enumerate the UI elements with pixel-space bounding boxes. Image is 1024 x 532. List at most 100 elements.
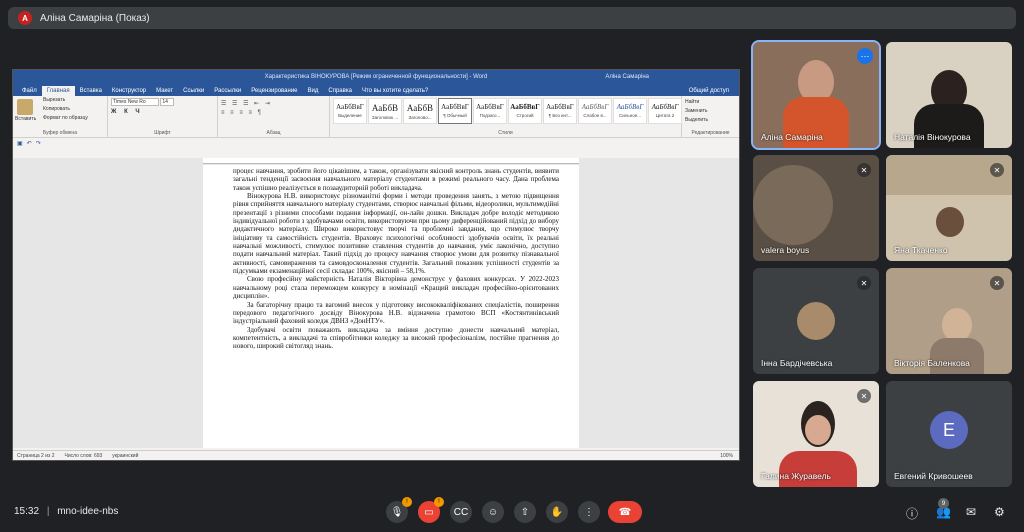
word-ribbon: Вставить Вырезать Копировать Формат по о… (13, 96, 739, 138)
style-emphasis[interactable]: АаБбВвГ Выделение (333, 98, 367, 124)
cut-button[interactable]: Вырезать (43, 96, 65, 105)
tab-review[interactable]: Рецензирование (246, 86, 302, 96)
participant-name: valera boyus (761, 245, 810, 255)
editing-group: Найти Заменить Выделить Редактирование (682, 96, 739, 137)
document-page[interactable]: процес навчання, зробити його цікавішим,… (203, 165, 579, 448)
meeting-controls-bar: 15:32 | mno-idee-nbs 🎙! ▭! CC ☺ ⇧ ✋ ⋮ ☎ … (0, 492, 1024, 532)
emoji-button[interactable]: ☺ (482, 501, 504, 523)
meeting-info: 15:32 | mno-idee-nbs (14, 506, 118, 517)
emoji-icon: ☺ (487, 506, 499, 518)
mic-button[interactable]: 🎙! (386, 497, 412, 523)
tab-references[interactable]: Ссылки (178, 86, 209, 96)
tab-home[interactable]: Главная (41, 86, 75, 96)
styles-group: АаБбВвГ Выделение АаБбВ Заголовок ... АаБбВ З… (330, 96, 682, 137)
font-group: Times New Ro 14 Ж К Ч Шрифт (108, 96, 218, 137)
word-status-bar: Страница 2 из 2 Число слов: 693 украинск… (13, 450, 739, 460)
tab-help[interactable]: Справка (323, 86, 357, 96)
copy-button[interactable]: Копировать (43, 105, 70, 114)
editing-label: Редактирование (691, 130, 730, 136)
captions-button[interactable]: CC (450, 501, 472, 523)
word-user: Аліна Самаріна (605, 73, 649, 80)
camera-warning-badge: ! (434, 497, 444, 507)
zoom-level[interactable]: 100% (720, 453, 733, 459)
tab-insert[interactable]: Вставка (75, 86, 107, 96)
participant-tile[interactable]: ✕ valera boyus (753, 155, 879, 261)
redo-icon[interactable]: ↷ (36, 140, 41, 147)
info-icon[interactable]: ⓘ (906, 505, 918, 522)
ruler (203, 158, 579, 164)
word-ribbon-tabs: Файл Главная Вставка Конструктор Макет С… (13, 83, 739, 96)
replace-button[interactable]: Заменить (685, 107, 736, 116)
people-icon[interactable]: 9 👥 (936, 498, 951, 519)
word-title-bar: Характеристика ВІНОКУРОВА [Режим огранич… (13, 70, 739, 83)
participant-tile[interactable]: ✕ Яна Ткаченко (886, 155, 1012, 261)
presenter-title: Аліна Самаріна (Показ) (40, 12, 150, 24)
participant-tile[interactable]: Наталія Вінокурова (886, 42, 1012, 148)
participant-name: Вікторія Баленкова (894, 358, 970, 368)
tab-layout[interactable]: Макет (151, 86, 178, 96)
paste-button[interactable]: Вставить (15, 115, 36, 124)
style-subtle-emphasis[interactable]: АаБбВвГ Слабое в... (578, 98, 612, 124)
more-vert-icon: ⋮ (584, 506, 594, 518)
participant-tile[interactable]: E Евгений Кривошеев (886, 381, 1012, 487)
style-quote2[interactable]: АаБбВвГ Цитата 2 (648, 98, 682, 124)
style-normal[interactable]: АаБбВвГ ¶ Обычный (438, 98, 472, 124)
present-button[interactable]: ⇧ (514, 501, 536, 523)
style-subtitle[interactable]: АаБбВвГ Подзаго... (473, 98, 507, 124)
participant-name: Яна Ткаченко (894, 245, 948, 255)
participant-tile[interactable]: ✕ Галина Журавель (753, 381, 879, 487)
participant-avatar (797, 302, 835, 340)
mic-off-icon: ✕ (857, 389, 871, 403)
camera-button[interactable]: ▭! (418, 497, 444, 523)
share-button[interactable]: Общий доступ (689, 88, 729, 96)
language: украинский (112, 452, 139, 459)
participant-tile[interactable]: ✕ Інна Бардічевська (753, 268, 879, 374)
format-painter-button[interactable]: Формат по образцу (43, 114, 88, 123)
quick-access-toolbar: ▣ ↶ ↷ (13, 138, 739, 148)
more-options-button[interactable]: ⋮ (578, 501, 600, 523)
list-buttons[interactable]: ☰ ☰ ☰ ⇤ ⇥ (221, 100, 326, 107)
font-size-select[interactable]: 14 (160, 98, 175, 106)
style-strong[interactable]: АаБбВвГ Строгий (508, 98, 542, 124)
tab-mailings[interactable]: Рассылки (209, 86, 246, 96)
style-heading2[interactable]: АаБбВ Заголово... (403, 98, 437, 124)
participant-video (753, 165, 833, 245)
participant-tile[interactable]: ✕ Вікторія Баленкова (886, 268, 1012, 374)
tab-file[interactable]: Файл (17, 86, 42, 96)
undo-icon[interactable]: ↶ (27, 140, 32, 147)
tab-design[interactable]: Конструктор (107, 86, 151, 96)
separator: | (46, 506, 50, 517)
align-buttons[interactable]: ≡ ≡ ≡ ≡ ¶ (221, 110, 326, 116)
doc-paragraph: Здобувачі освіти поважають викладача за … (233, 325, 559, 351)
doc-paragraph: За багаторічну працю та вагомий внесок у… (233, 300, 559, 326)
captions-icon: CC (453, 506, 469, 518)
font-name-select[interactable]: Times New Ro (111, 98, 159, 106)
present-icon: ⇧ (520, 506, 530, 518)
chat-icon[interactable]: ✉ (966, 505, 976, 519)
clipboard-label: Буфер обмена (43, 130, 77, 136)
find-button[interactable]: Найти (685, 98, 736, 107)
activities-icon[interactable]: ⚙ (994, 505, 1005, 519)
select-button[interactable]: Выделить (685, 116, 736, 125)
mic-off-icon: ✕ (990, 276, 1004, 290)
more-options-icon[interactable]: ⋯ (857, 48, 873, 64)
participant-name: Інна Бардічевська (761, 358, 833, 368)
save-icon[interactable]: ▣ (17, 140, 23, 147)
participant-video (942, 308, 972, 342)
participant-video (936, 207, 964, 237)
participant-name: Евгений Кривошеев (894, 471, 973, 481)
style-heading1[interactable]: АаБбВ Заголовок ... (368, 98, 402, 124)
font-format-buttons[interactable]: Ж К Ч (111, 109, 214, 115)
raise-hand-button[interactable]: ✋ (546, 501, 568, 523)
tell-me-search[interactable]: Что вы хотите сделать? (357, 86, 433, 96)
leave-call-button[interactable]: ☎ (608, 501, 642, 523)
doc-paragraph: процес навчання, зробити його цікавішим,… (233, 167, 559, 192)
paragraph-label: Абзац (266, 130, 281, 136)
mic-warning-badge: ! (402, 497, 412, 507)
style-no-spacing[interactable]: АаБбВвГ ¶ Без инт... (543, 98, 577, 124)
hand-icon: ✋ (550, 506, 564, 518)
style-intense-emphasis[interactable]: АаБбВвГ Сильное... (613, 98, 647, 124)
mic-off-icon: ✕ (857, 163, 871, 177)
participant-tile[interactable]: ⋯ Аліна Самаріна (751, 40, 881, 150)
tab-view[interactable]: Вид (303, 86, 324, 96)
